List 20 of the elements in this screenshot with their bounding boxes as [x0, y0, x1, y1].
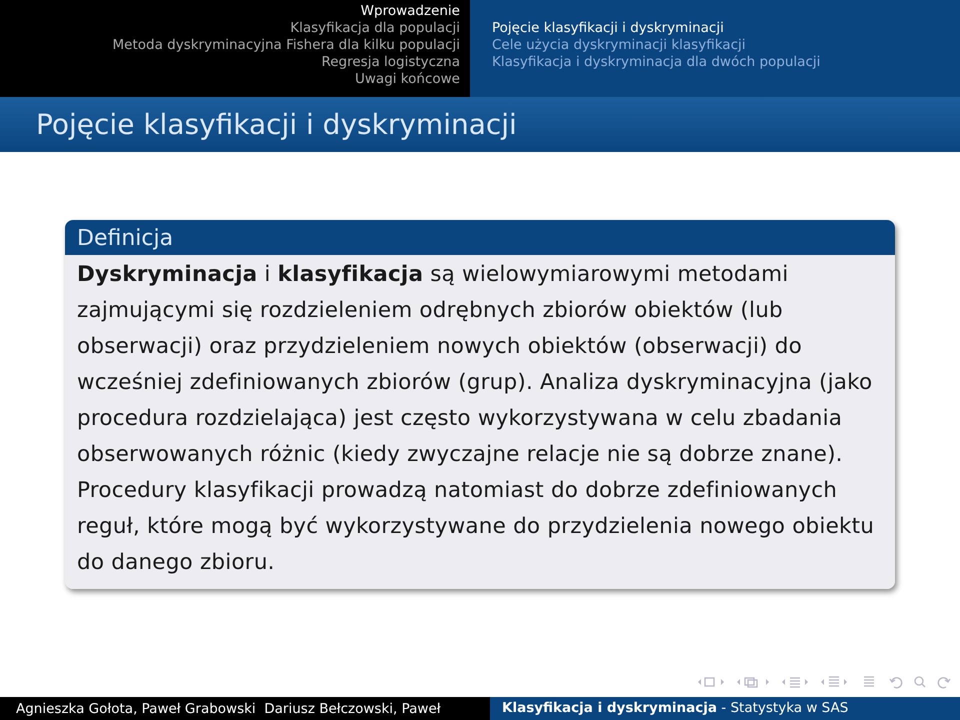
- section-link[interactable]: Wprowadzenie: [360, 3, 460, 20]
- subsection-link[interactable]: Klasyfikacja i dyskryminacja dla dwóch populacji: [492, 54, 820, 71]
- section-navigation-icon[interactable]: [820, 675, 850, 689]
- footer-authors: Agnieszka Gołota, Paweł Grabowski Dariusz Bełczowski, Paweł: [0, 697, 490, 720]
- section-link[interactable]: Uwagi końcowe: [355, 71, 460, 88]
- back-icon[interactable]: [888, 675, 904, 689]
- slide-navigation-icon[interactable]: [736, 675, 772, 689]
- footer-title: Klasyfikacja i dyskryminacja - Statystyka w SAS: [490, 697, 960, 720]
- block-title: Definicja: [65, 220, 895, 255]
- section-link[interactable]: Metoda dyskryminacyjna Fishera dla kilku populacji: [112, 37, 460, 54]
- forward-icon[interactable]: [936, 675, 952, 689]
- section-link[interactable]: Klasyfikacja dla populacji: [290, 20, 460, 37]
- frame-navigation-icon[interactable]: [697, 675, 727, 689]
- frame-title: Pojęcie klasyfikacji i dyskryminacji: [36, 108, 517, 141]
- search-icon[interactable]: [913, 675, 927, 689]
- subsection-link[interactable]: Pojęcie klasyfikacji i dyskryminacji: [492, 20, 724, 37]
- subsection-link[interactable]: Cele użycia dyskryminacji klasyfikacji: [492, 37, 746, 54]
- section-link[interactable]: Regresja logistyczna: [321, 54, 460, 71]
- subsection-navigation-icon[interactable]: [781, 675, 811, 689]
- definition-text: Dyskryminacja i klasyfikacja są wielowymiarowymi metodami zajmującymi się rozdzieleniem odrębnych zbiorów obiektów (lub obserwacji) oraz przydzieleniem nowych obiektów (obserwacji) do wcześniej zdefiniowanych zbiorów (grup). Analiza dyskryminacyjna (jako procedura rozdzielająca) jest często wykorzystywana w celu zbadania obserwowanych różnic (kiedy zwyczajne relacje nie są dobrze znane). Procedury klasyfikacji prowadzą natomiast do dobrze zdefiniowanych reguł, które mogą być wykorzystywane do przydzielenia nowego obiektu do danego zbioru.: [65, 255, 895, 589]
